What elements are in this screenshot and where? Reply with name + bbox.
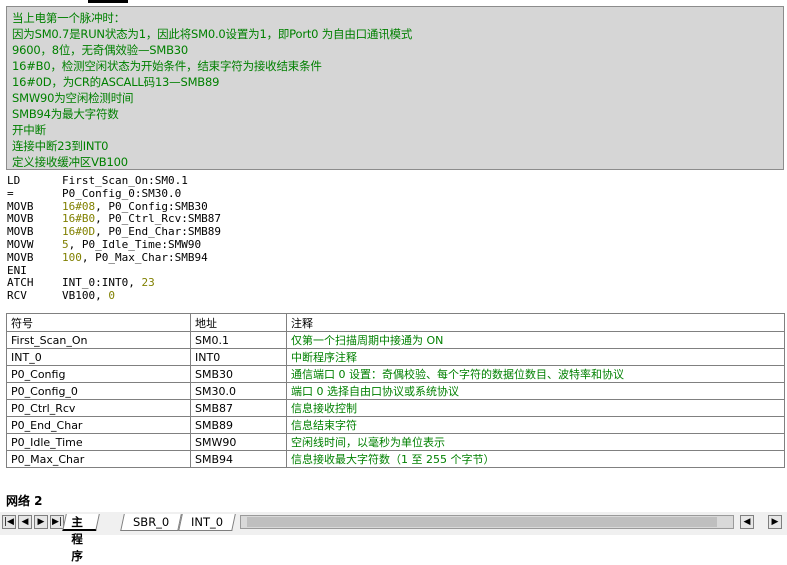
next-tab-button[interactable]: ▶ [34, 515, 48, 529]
comment-cell[interactable]: 信息接收控制 [286, 399, 785, 417]
comment-line: 16#B0，检测空闲状态为开始条件，结束字符为接收结束条件 [12, 59, 322, 73]
address-cell[interactable]: SMW90 [190, 433, 287, 451]
address-cell[interactable]: SM0.1 [190, 331, 287, 349]
first-tab-button[interactable]: |◀ [2, 515, 16, 529]
symbol-cell[interactable]: INT_0 [6, 348, 191, 366]
constant-operand: 23 [141, 276, 155, 290]
comment-line: 16#0D，为CR的ASCALL码13—SMB89 [12, 75, 220, 89]
scroll-right-button[interactable]: ▶ [768, 515, 782, 529]
comment-cell[interactable]: 信息结束字符 [286, 416, 785, 434]
symbol-table: 符号 地址 注释 First_Scan_On SM0.1 仅第一个扫描周期中接通为 … [6, 313, 785, 468]
tab-sbr0[interactable]: SBR_0 [120, 514, 183, 531]
horizontal-scrollbar[interactable] [240, 515, 734, 529]
prev-tab-button[interactable]: ◀ [18, 515, 32, 529]
constant-operand: 100 [62, 250, 82, 264]
comment-cell[interactable]: 中断程序注释 [286, 348, 785, 366]
code-line: MOVB 100, P0_Max_Char:SMB94 [7, 250, 777, 265]
address-cell[interactable]: SMB30 [190, 365, 287, 383]
table-row[interactable]: P0_Config_0 SM30.0 端口 0 选择自由口协议或系统协议 [6, 382, 785, 400]
symbol-operand: VB100, [62, 289, 109, 303]
constant-operand: 16#08 [62, 199, 96, 213]
table-row[interactable]: P0_End_Char SMB89 信息结束字符 [6, 416, 785, 434]
symbol-operand: INT_0:INT0, [62, 276, 142, 290]
symbol-cell[interactable]: P0_Idle_Time [6, 433, 191, 451]
table-row[interactable]: First_Scan_On SM0.1 仅第一个扫描周期中接通为 ON [6, 331, 785, 349]
comment-line: 9600，8位，无奇偶效验—SMB30 [12, 43, 189, 57]
constant-operand: 0 [108, 289, 115, 303]
code-line: RCV VB100, 0 [7, 289, 777, 303]
stl-code-block[interactable]: LD First_Scan_On:SM0.1 = P0_Config_0:SM30.0… [7, 174, 777, 303]
comment-line: 连接中断23到INT0 [12, 139, 109, 153]
instruction-mnemonic: MOVW [7, 237, 34, 251]
tab-int0[interactable]: INT_0 [178, 514, 236, 531]
symbol-operand: , P0_End_Char:SMB89 [95, 225, 221, 239]
comment-line: 定义接收缓冲区VB100 [12, 155, 128, 169]
tab-main[interactable]: 主程序 [62, 514, 100, 563]
table-row[interactable]: INT_0 INT0 中断程序注释 [6, 348, 785, 366]
instruction-mnemonic: = [7, 186, 14, 200]
address-cell[interactable]: SMB94 [190, 450, 287, 468]
bottom-tab-bar: |◀ ◀ ▶ ▶| 主程序 SBR_0 INT_0 ◀ ▶ [0, 512, 787, 563]
instruction-operands: 100, P0_Max_Char:SMB94 [62, 250, 208, 265]
column-header-comment[interactable]: 注释 [286, 313, 785, 332]
constant-operand: 5 [62, 237, 69, 251]
symbol-operand: First_Scan_On:SM0.1 [62, 174, 188, 187]
comment-cell[interactable]: 通信端口 0 设置：奇偶校验、每个字符的数据位数目、波特率和协议 [286, 365, 785, 383]
symbol-cell[interactable]: P0_Config_0 [6, 382, 191, 400]
address-cell[interactable]: SMB89 [190, 416, 287, 434]
comment-line: 当上电第一个脉冲时： [12, 11, 125, 25]
table-row[interactable]: P0_Config SMB30 通信端口 0 设置：奇偶校验、每个字符的数据位数目、… [6, 365, 785, 383]
symbol-cell[interactable]: P0_Config [6, 365, 191, 383]
table-row[interactable]: P0_Idle_Time SMW90 空闲线时间，以毫秒为单位表示 [6, 433, 785, 451]
comment-line: SMW90为空闲检测时间 [12, 91, 134, 105]
instruction-operands: VB100, 0 [62, 289, 115, 303]
scrollbar-thumb[interactable] [247, 517, 717, 527]
instruction-mnemonic: RCV [7, 289, 27, 303]
table-row[interactable]: P0_Ctrl_Rcv SMB87 信息接收控制 [6, 399, 785, 417]
symbol-operand: P0_Config_0:SM30.0 [62, 186, 182, 200]
symbol-operand: , P0_Max_Char:SMB94 [81, 250, 208, 264]
symbol-table-header: 符号 地址 注释 [6, 313, 785, 332]
symbol-operand: , P0_Idle_Time:SMW90 [68, 237, 202, 251]
symbol-cell[interactable]: P0_Ctrl_Rcv [6, 399, 191, 417]
instruction-mnemonic: LD [7, 174, 21, 187]
comment-cell[interactable]: 空闲线时间，以毫秒为单位表示 [286, 433, 785, 451]
tab-sbr0-label: SBR_0 [133, 515, 170, 529]
comment-line: 开中断 [12, 123, 46, 137]
instruction-mnemonic: MOVB [7, 250, 34, 264]
address-cell[interactable]: SM30.0 [190, 382, 287, 400]
constant-operand: 16#B0 [62, 212, 96, 226]
symbol-operand: , P0_Ctrl_Rcv:SMB87 [95, 212, 221, 226]
comment-cell[interactable]: 信息接收最大字符数（1 至 255 个字节） [286, 450, 785, 468]
address-cell[interactable]: SMB87 [190, 399, 287, 417]
cut-off-text [88, 0, 128, 3]
comment-line: SMB94为最大字符数 [12, 107, 119, 121]
scroll-left-button[interactable]: ◀ [740, 515, 754, 529]
comment-cell[interactable]: 仅第一个扫描周期中接通为 ON [286, 331, 785, 349]
code-line: ATCH INT_0:INT0, 23 [7, 276, 777, 290]
symbol-cell[interactable]: First_Scan_On [6, 331, 191, 349]
comment-line: 因为SM0.7是RUN状态为1，因此将SM0.0设置为1，即Port0 为自由口… [12, 27, 413, 41]
comment-cell[interactable]: 端口 0 选择自由口协议或系统协议 [286, 382, 785, 400]
symbol-cell[interactable]: P0_Max_Char [6, 450, 191, 468]
address-cell[interactable]: INT0 [190, 348, 287, 366]
symbol-cell[interactable]: P0_End_Char [6, 416, 191, 434]
column-header-symbol[interactable]: 符号 [6, 313, 191, 332]
tab-main-label: 主程序 [71, 515, 83, 563]
symbol-operand: , P0_Config:SMB30 [95, 199, 208, 213]
column-header-address[interactable]: 地址 [190, 313, 287, 332]
table-row[interactable]: P0_Max_Char SMB94 信息接收最大字符数（1 至 255 个字节） [6, 450, 785, 468]
tab-int0-label: INT_0 [191, 515, 224, 529]
network-comment-box[interactable]: 当上电第一个脉冲时： 因为SM0.7是RUN状态为1，因此将SM0.0设置为1，即… [6, 6, 784, 170]
constant-operand: 16#0D [62, 225, 96, 239]
network-2-label[interactable]: 网络 2 [6, 492, 43, 509]
